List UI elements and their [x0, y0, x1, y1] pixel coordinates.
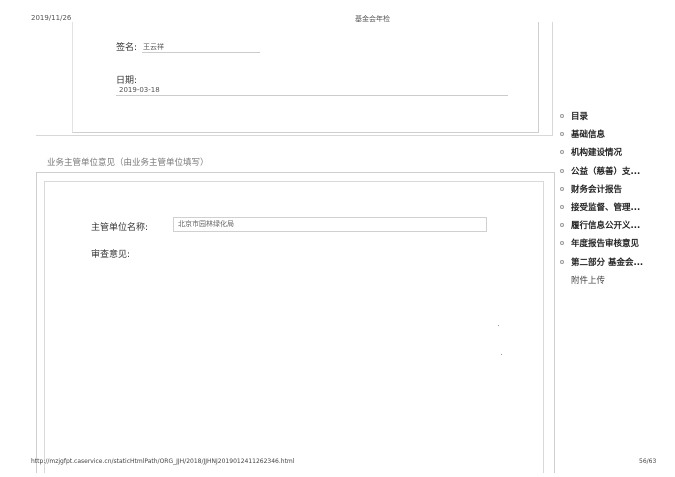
- signature-label: 签名:: [116, 43, 138, 53]
- nav-item-attachment-upload[interactable]: 附件上传: [560, 271, 672, 289]
- nav-item-label: 目录: [571, 112, 589, 123]
- section-title: 业务主管单位意见（由业务主管单位填写）: [47, 158, 209, 168]
- nav-item-part-two[interactable]: 第二部分 基金会...: [560, 253, 672, 271]
- nav-item-label: 机构建设情况: [571, 148, 623, 159]
- signature-underline: [142, 52, 260, 53]
- outer-panel-edge: [552, 22, 553, 135]
- bullet-icon: [560, 186, 564, 191]
- nav-item-financial-report[interactable]: 财务会计报告: [560, 180, 672, 198]
- authority-field[interactable]: 北京市园林绿化局: [173, 217, 487, 232]
- signature-value: 王云祥: [143, 43, 164, 51]
- bullet-icon: [560, 150, 564, 155]
- print-date: 2019/11/26: [31, 14, 72, 22]
- signature-panel: [72, 22, 539, 133]
- date-value: 2019-03-18: [119, 86, 160, 94]
- bullet-icon: [560, 132, 564, 137]
- bullet-icon: [560, 114, 564, 119]
- scan-speck: [501, 354, 502, 355]
- bullet-icon: [560, 259, 564, 264]
- authority-label: 主管单位名称:: [91, 223, 149, 233]
- footer-page-number: 56/63: [639, 458, 657, 465]
- date-underline: [116, 95, 508, 96]
- side-nav: 目录 基础信息 机构建设情况 公益（慈善）支... 财务会计报告 接受监督、管理…: [560, 107, 672, 289]
- nav-item-label: 年度报告审核意见: [571, 239, 640, 250]
- scan-speck: [498, 325, 499, 326]
- nav-item-label: 第二部分 基金会...: [571, 257, 644, 268]
- bullet-icon: [560, 168, 564, 173]
- nav-item-toc[interactable]: 目录: [560, 107, 672, 125]
- footer-url: http://mzjgfpt.caservice.cn/staticHtmlPa…: [31, 458, 295, 465]
- outer-panel-bottom: [36, 135, 553, 136]
- bullet-icon: [560, 278, 564, 282]
- bullet-icon: [560, 241, 564, 246]
- bullet-icon: [560, 205, 564, 210]
- nav-item-charity-expense[interactable]: 公益（慈善）支...: [560, 162, 672, 180]
- nav-item-label: 基础信息: [571, 130, 606, 141]
- nav-item-label: 财务会计报告: [571, 184, 623, 195]
- date-label: 日期:: [116, 76, 138, 86]
- nav-item-org-building[interactable]: 机构建设情况: [560, 143, 672, 161]
- nav-item-label: 接受监督、管理...: [571, 203, 641, 214]
- nav-item-annual-review[interactable]: 年度报告审核意见: [560, 234, 672, 252]
- nav-item-basic-info[interactable]: 基础信息: [560, 125, 672, 143]
- bullet-icon: [560, 223, 564, 228]
- nav-item-label: 附件上传: [571, 275, 606, 286]
- nav-item-label: 公益（慈善）支...: [571, 166, 641, 177]
- review-label: 审查意见:: [91, 250, 131, 260]
- nav-item-label: 履行信息公开义...: [571, 221, 641, 232]
- nav-item-supervision[interactable]: 接受监督、管理...: [560, 198, 672, 216]
- nav-item-disclosure[interactable]: 履行信息公开义...: [560, 216, 672, 234]
